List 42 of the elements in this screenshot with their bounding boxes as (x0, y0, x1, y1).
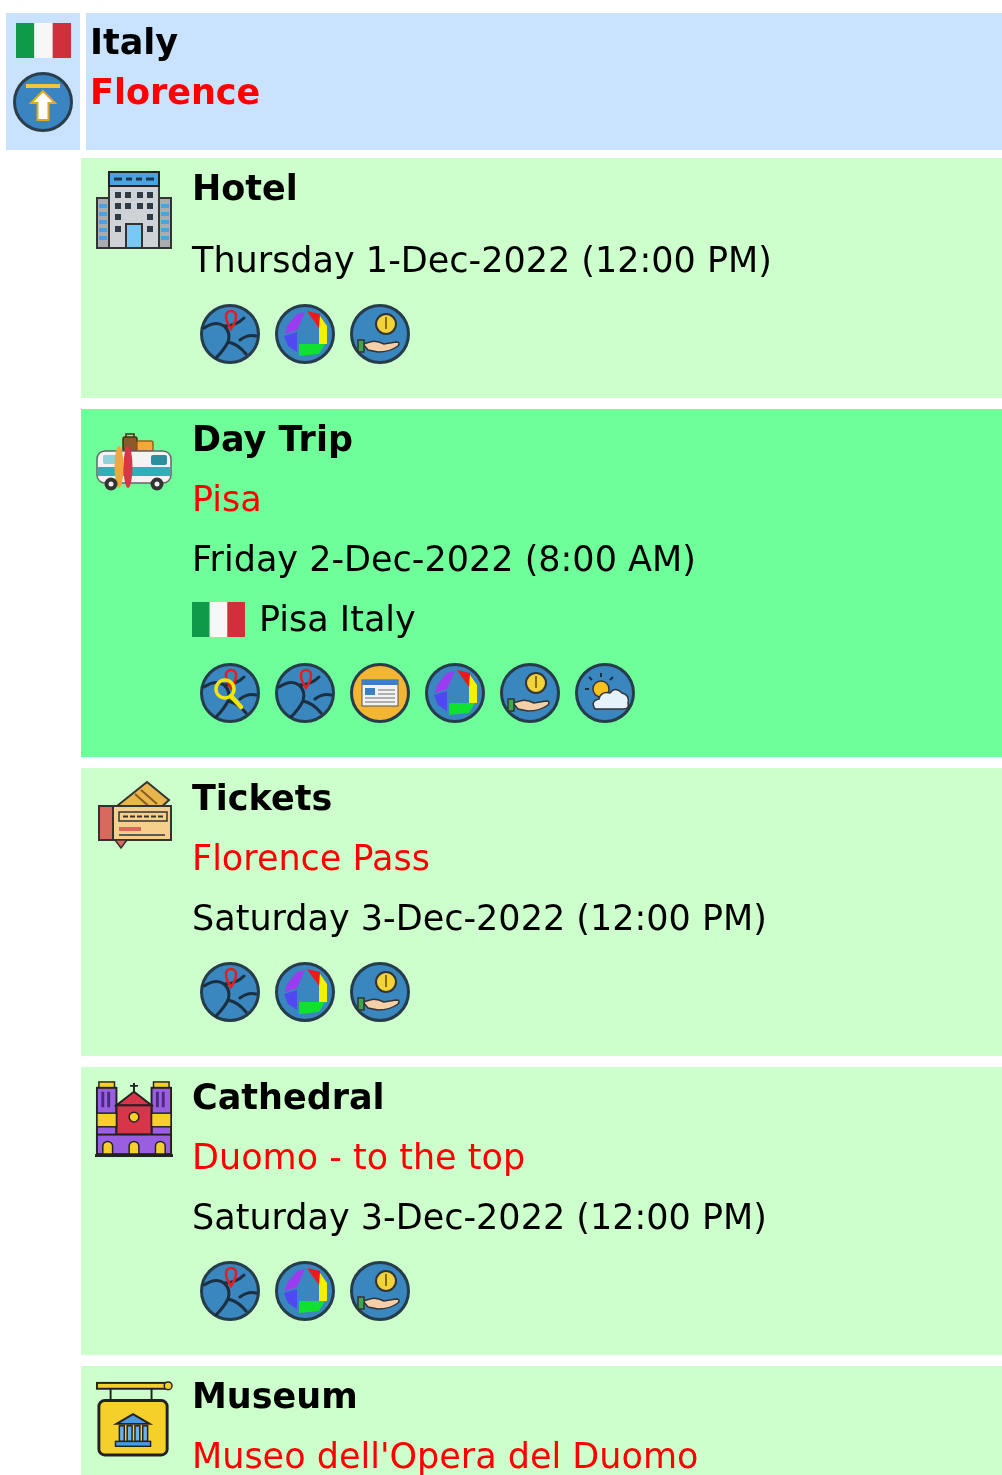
map-search-icon[interactable] (200, 663, 260, 723)
card-title: Hotel (192, 167, 298, 210)
card-title: Cathedral (192, 1076, 385, 1119)
card-subtitle: Duomo - to the top (192, 1136, 526, 1179)
newspaper-icon[interactable] (350, 663, 410, 723)
map-pin-icon[interactable] (200, 1261, 260, 1321)
itinerary-card[interactable]: Museum Museo dell'Opera del Duomo (81, 1366, 1002, 1475)
card-subtitle: Florence Pass (192, 837, 430, 880)
country-name: Italy (90, 21, 179, 64)
coin-hand-icon[interactable] (500, 663, 560, 723)
card-subtitle: Museo dell'Opera del Duomo (192, 1435, 699, 1475)
card-date: Thursday 1-Dec-2022 (12:00 PM) (192, 239, 772, 282)
card-title: Museum (192, 1375, 358, 1418)
hotel-building-icon (95, 170, 173, 250)
coin-hand-icon[interactable] (350, 962, 410, 1022)
coin-hand-icon[interactable] (350, 1261, 410, 1321)
flag-icon (15, 23, 71, 58)
camper-van-icon (95, 433, 173, 493)
pinwheel-icon[interactable] (425, 663, 485, 723)
card-date: Saturday 3-Dec-2022 (12:00 PM) (192, 897, 767, 940)
pinwheel-icon[interactable] (275, 1261, 335, 1321)
coin-hand-icon[interactable] (350, 304, 410, 364)
itinerary-card[interactable]: Tickets Florence Pass Saturday 3-Dec-2022 (12:00 PM) (81, 768, 1002, 1056)
map-pin-icon[interactable] (275, 663, 335, 723)
card-date: Saturday 3-Dec-2022 (12:00 PM) (192, 1196, 767, 1239)
itinerary-card[interactable]: Day Trip Pisa Friday 2-Dec-2022 (8:00 AM) Pisa Italy (81, 409, 1002, 757)
card-title: Tickets (192, 777, 333, 820)
location-text: Pisa Italy (259, 598, 416, 641)
flag-icon (192, 601, 245, 637)
map-pin-icon[interactable] (200, 304, 260, 364)
pinwheel-icon[interactable] (275, 304, 335, 364)
card-title: Day Trip (192, 418, 353, 461)
museum-sign-icon (95, 1378, 173, 1458)
itinerary-card[interactable]: Cathedral Duomo - to the top Saturday 3-Dec-2022 (12:00 PM) (81, 1067, 1002, 1355)
sun-cloud-icon[interactable] (575, 663, 635, 723)
card-date: Friday 2-Dec-2022 (8:00 AM) (192, 538, 696, 581)
pinwheel-icon[interactable] (275, 962, 335, 1022)
card-subtitle: Pisa (192, 478, 262, 521)
cathedral-icon (95, 1079, 173, 1159)
map-pin-icon[interactable] (200, 962, 260, 1022)
itinerary-card[interactable]: Hotel Thursday 1-Dec-2022 (12:00 PM) (81, 158, 1002, 398)
city-name: Florence (90, 71, 261, 114)
